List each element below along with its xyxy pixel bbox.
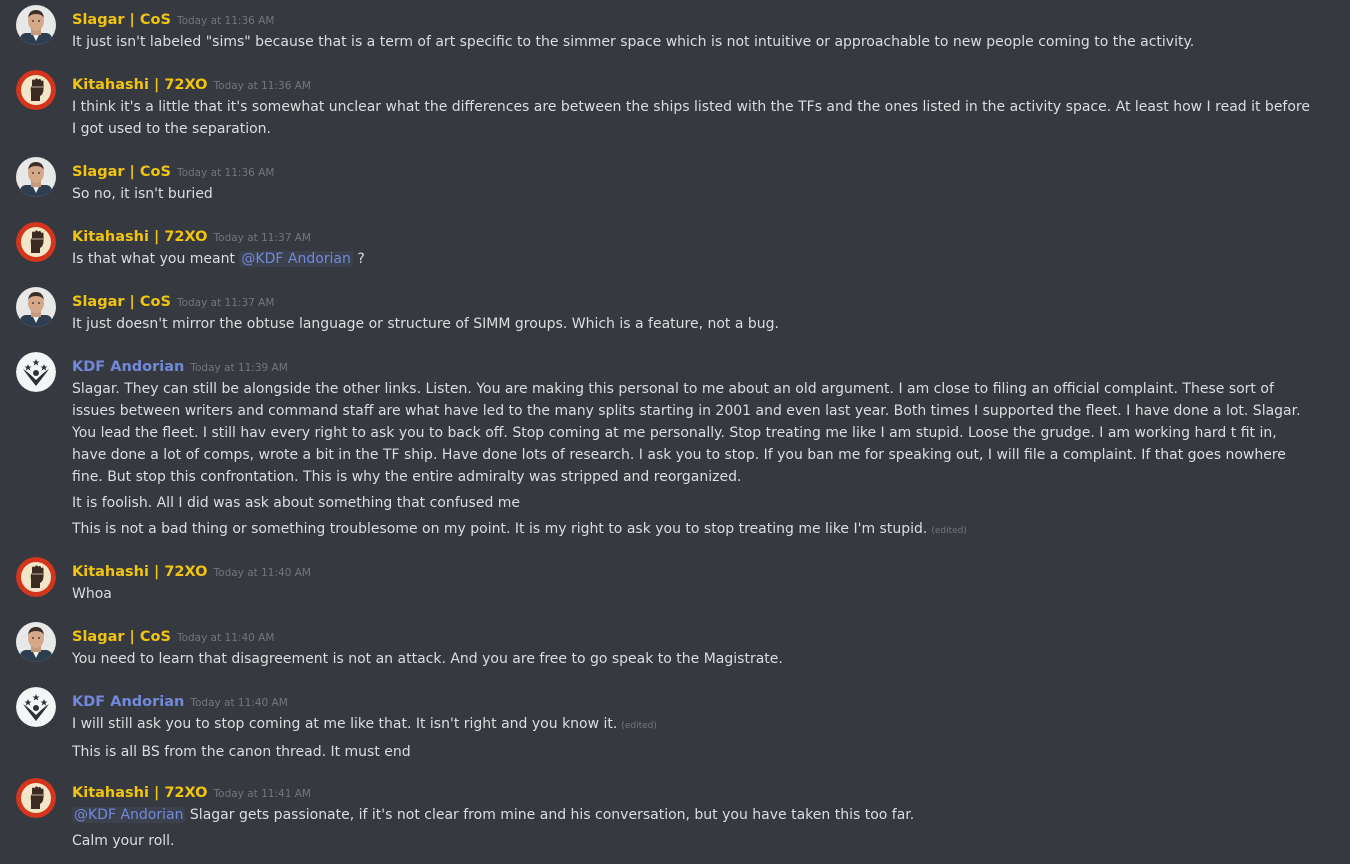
message-text-segment: This is all BS from the canon thread. It… (72, 744, 411, 760)
timestamp: Today at 11:40 AM (190, 697, 288, 709)
message-text-segment: Whoa (72, 586, 112, 602)
timestamp: Today at 11:39 AM (190, 362, 288, 374)
message-text: This is not a bad thing or something tro… (72, 518, 1312, 542)
message-text: @KDF Andorian Slagar gets passionate, if… (72, 804, 1312, 826)
chat-messages-pane: Slagar | CoS Today at 11:36 AM It just isn… (0, 0, 1350, 864)
kdf-avatar[interactable] (16, 687, 56, 727)
username[interactable]: Kitahashi | 72XO (72, 785, 208, 801)
username[interactable]: Slagar | CoS (72, 629, 171, 645)
message-text: I will still ask you to stop coming at m… (72, 713, 1312, 737)
message-text-segment: I think it's a little that it's somewhat… (72, 99, 1310, 137)
message-text-segment: This is not a bad thing or something tro… (72, 521, 928, 537)
message-contents: So no, it isn't buried (72, 183, 1312, 209)
message-contents: You need to learn that disagreement is n… (72, 648, 1312, 674)
message-text: So no, it isn't buried (72, 183, 1312, 205)
message-text-segment: It just isn't labeled "sims" because tha… (72, 34, 1195, 50)
username[interactable]: Kitahashi | 72XO (72, 77, 208, 93)
message-contents: @KDF Andorian Slagar gets passionate, if… (72, 804, 1312, 856)
message-text-segment: So no, it isn't buried (72, 186, 213, 202)
message-contents: It just doesn't mirror the obtuse langua… (72, 313, 1312, 339)
message-text: It just isn't labeled "sims" because tha… (72, 31, 1312, 53)
fist-avatar[interactable] (16, 557, 56, 597)
message-text: Calm your roll. (72, 830, 1312, 852)
message-text: You need to learn that disagreement is n… (72, 648, 1312, 670)
username[interactable]: Slagar | CoS (72, 294, 171, 310)
username[interactable]: Slagar | CoS (72, 164, 171, 180)
message-contents: I will still ask you to stop coming at m… (72, 713, 1312, 767)
message-text: It is foolish. All I did was ask about s… (72, 492, 1312, 514)
message-text: Is that what you meant @KDF Andorian ? (72, 248, 1312, 270)
message-contents: Is that what you meant @KDF Andorian ? (72, 248, 1312, 274)
message-header: Slagar | CoS Today at 11:36 AM (72, 9, 274, 31)
message-header: KDF Andorian Today at 11:40 AM (72, 691, 288, 713)
username[interactable]: Kitahashi | 72XO (72, 564, 208, 580)
timestamp: Today at 11:40 AM (176, 632, 275, 644)
message-contents: I think it's a little that it's somewhat… (72, 96, 1312, 144)
username[interactable]: Kitahashi | 72XO (72, 229, 208, 245)
message-text: I think it's a little that it's somewhat… (72, 96, 1312, 140)
message-text-segment: Slagar gets passionate, if it's not clea… (185, 807, 915, 823)
user-mention[interactable]: @KDF Andorian (72, 807, 186, 823)
message-contents: It just isn't labeled "sims" because tha… (72, 31, 1312, 57)
message-text-segment: I will still ask you to stop coming at m… (72, 716, 618, 732)
message-header: KDF Andorian Today at 11:39 AM (72, 356, 288, 378)
fist-avatar[interactable] (16, 778, 56, 818)
slagar-avatar[interactable] (16, 622, 56, 662)
timestamp: Today at 11:37 AM (213, 232, 311, 244)
message-header: Kitahashi | 72XO Today at 11:41 AM (72, 782, 311, 804)
timestamp: Today at 11:36 AM (213, 80, 311, 92)
message-text-segment: ? (352, 251, 365, 267)
message-text: Slagar. They can still be alongside the … (72, 378, 1312, 488)
message-text-segment: Slagar. They can still be alongside the … (72, 381, 1301, 485)
kdf-avatar[interactable] (16, 352, 56, 392)
message-header: Kitahashi | 72XO Today at 11:40 AM (72, 561, 311, 583)
message-header: Kitahashi | 72XO Today at 11:36 AM (72, 74, 311, 96)
message-text-segment: You need to learn that disagreement is n… (72, 651, 783, 667)
message-text: This is all BS from the canon thread. It… (72, 741, 1312, 763)
fist-avatar[interactable] (16, 222, 56, 262)
timestamp: Today at 11:37 AM (176, 297, 275, 309)
slagar-avatar[interactable] (16, 157, 56, 197)
message-text: Whoa (72, 583, 1312, 605)
message-text-segment: Calm your roll. (72, 833, 175, 849)
timestamp: Today at 11:41 AM (213, 788, 311, 800)
message-text-segment: It is foolish. All I did was ask about s… (72, 495, 521, 511)
slagar-avatar[interactable] (16, 5, 56, 45)
timestamp: Today at 11:36 AM (176, 167, 275, 179)
message-text-segment: It just doesn't mirror the obtuse langua… (72, 316, 779, 332)
timestamp: Today at 11:36 AM (176, 15, 275, 27)
username[interactable]: Slagar | CoS (72, 12, 171, 28)
timestamp: Today at 11:40 AM (213, 567, 311, 579)
user-mention[interactable]: @KDF Andorian (239, 251, 353, 267)
username[interactable]: KDF Andorian (72, 694, 184, 710)
edited-indicator: (edited) (621, 721, 657, 731)
slagar-avatar[interactable] (16, 287, 56, 327)
username[interactable]: KDF Andorian (72, 359, 184, 375)
message-header: Slagar | CoS Today at 11:40 AM (72, 626, 274, 648)
edited-indicator: (edited) (931, 526, 967, 536)
message-contents: Slagar. They can still be alongside the … (72, 378, 1312, 546)
message-header: Slagar | CoS Today at 11:36 AM (72, 161, 274, 183)
message-text-segment: Is that what you meant (72, 251, 240, 267)
fist-avatar[interactable] (16, 70, 56, 110)
message-header: Slagar | CoS Today at 11:37 AM (72, 291, 274, 313)
message-text: It just doesn't mirror the obtuse langua… (72, 313, 1312, 335)
message-header: Kitahashi | 72XO Today at 11:37 AM (72, 226, 311, 248)
message-contents: Whoa (72, 583, 1312, 609)
